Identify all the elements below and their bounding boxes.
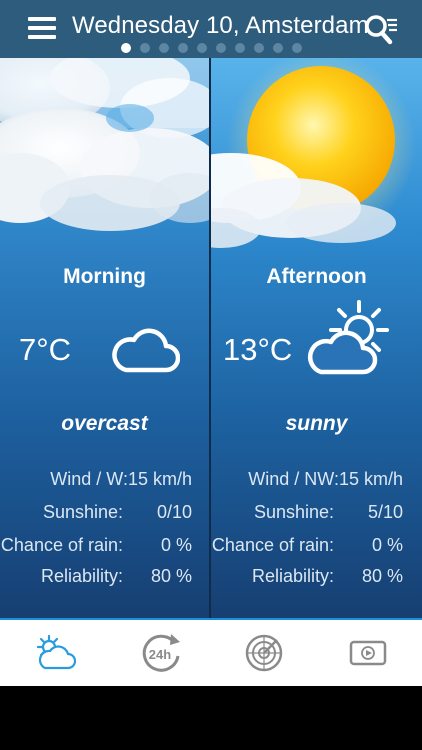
page-indicator[interactable] (0, 43, 422, 55)
sun-clouds-background (211, 58, 416, 248)
condition-label: overcast (61, 412, 148, 435)
sunshine-label: Sunshine: (42, 502, 123, 522)
page-dot[interactable] (196, 43, 207, 53)
page-dot[interactable] (234, 43, 245, 53)
page-dot[interactable] (253, 43, 264, 53)
condition-label: sunny (285, 412, 348, 435)
reliability-label: Reliability: (40, 566, 123, 586)
menu-icon[interactable] (28, 17, 56, 39)
header-title: Wednesday 10, Amsterdam (72, 12, 369, 39)
header-bar: Wednesday 10, Amsterdam (0, 0, 422, 58)
page-dot[interactable] (291, 43, 302, 53)
page-dot[interactable] (158, 43, 169, 53)
page-dot[interactable] (177, 43, 188, 53)
temperature: 13°C (223, 332, 293, 367)
bottom-safe-area (0, 686, 422, 750)
forecast-panel-morning[interactable]: Morning 7°C overcast Wind / W:15 km/h Su… (0, 58, 209, 618)
forecast-panel-afternoon[interactable]: Afternoon 13°C sunny Wind / NW:15 km/h S… (211, 58, 422, 618)
sun-behind-cloud-icon (307, 300, 389, 375)
bottom-tab-bar: 24h (0, 618, 422, 686)
rain-value: 0 % (371, 535, 403, 555)
sunshine-value: 0/10 (156, 502, 192, 522)
temperature: 7°C (19, 332, 72, 367)
search-list-icon[interactable] (364, 13, 398, 45)
sunshine-value: 5/10 (367, 502, 403, 522)
page-dot[interactable] (120, 43, 131, 53)
wind-info: Wind / NW:15 km/h (248, 469, 403, 489)
reliability-value: 80 % (150, 566, 192, 586)
video-icon[interactable] (345, 630, 391, 676)
page-dot[interactable] (215, 43, 226, 53)
clouds-background (0, 58, 209, 231)
rain-label: Chance of rain: (211, 535, 334, 555)
sunshine-label: Sunshine: (253, 502, 334, 522)
wind-info: Wind / W:15 km/h (50, 469, 192, 489)
rain-label: Chance of rain: (0, 535, 123, 555)
period-label: Morning (63, 265, 146, 288)
radar-icon[interactable] (241, 630, 287, 676)
page-dot[interactable] (139, 43, 150, 53)
reliability-value: 80 % (361, 566, 403, 586)
period-label: Afternoon (266, 265, 367, 288)
page-dot[interactable] (272, 43, 283, 53)
reliability-label: Reliability: (251, 566, 334, 586)
rain-value: 0 % (160, 535, 192, 555)
weather-icon[interactable] (31, 630, 77, 676)
24h-forecast-icon[interactable]: 24h (138, 630, 184, 676)
svg-text:24h: 24h (149, 647, 171, 662)
cloud-icon (112, 328, 180, 373)
